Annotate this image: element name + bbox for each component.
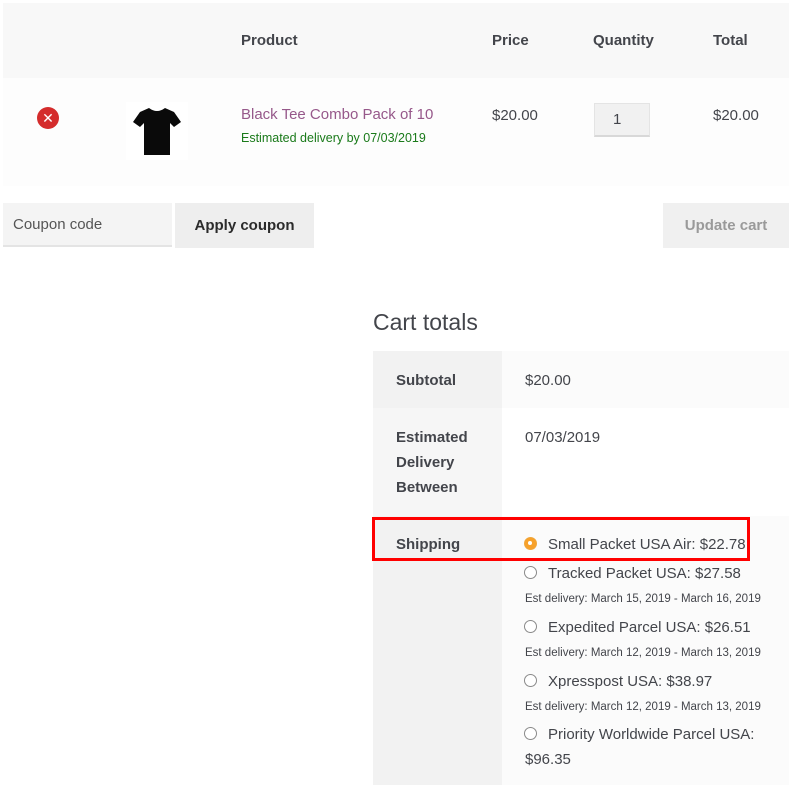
estimated-delivery-note: Estimated delivery by 07/03/2019 (241, 131, 426, 145)
header-total: Total (713, 32, 748, 49)
estimated-delivery-label: Estimated Delivery Between (396, 429, 468, 496)
shipping-est-delivery: Est delivery: March 12, 2019 - March 13,… (525, 701, 761, 713)
subtotal-label: Subtotal (396, 372, 456, 389)
quantity-value: 1 (613, 111, 622, 128)
highlight-annotation-box (372, 517, 750, 561)
apply-coupon-button[interactable]: Apply coupon (175, 203, 314, 248)
coupon-placeholder: Coupon code (13, 215, 103, 233)
header-product: Product (241, 32, 298, 49)
shipping-option-priority-price: $96.35 (525, 751, 571, 768)
tshirt-icon (133, 108, 181, 155)
radio-unselected-icon[interactable] (524, 674, 537, 687)
product-thumbnail[interactable] (126, 102, 188, 160)
shipping-option-xpresspost[interactable]: Xpresspost USA: $38.97 (524, 669, 712, 694)
close-x-icon: ✕ (42, 109, 54, 126)
header-quantity: Quantity (593, 32, 654, 49)
cart-item-row: ✕ Black Tee Combo Pack of 10 Estimated d… (3, 78, 789, 186)
cart-totals-table: Subtotal $20.00 Estimated Delivery Betwe… (373, 351, 789, 785)
radio-unselected-icon[interactable] (524, 620, 537, 633)
remove-item-button[interactable]: ✕ (37, 107, 59, 129)
shipping-option-priority-worldwide[interactable]: Priority Worldwide Parcel USA: (524, 722, 754, 747)
cart-table-header: Product Price Quantity Total (3, 3, 789, 78)
coupon-code-input[interactable]: Coupon code (3, 203, 172, 247)
quantity-input[interactable]: 1 (594, 103, 650, 137)
item-total: $20.00 (713, 107, 759, 124)
radio-unselected-icon[interactable] (524, 727, 537, 740)
shipping-est-delivery: Est delivery: March 15, 2019 - March 16,… (525, 593, 761, 605)
product-name-link[interactable]: Black Tee Combo Pack of 10 (241, 106, 433, 123)
subtotal-value: $20.00 (525, 372, 571, 389)
update-cart-button[interactable]: Update cart (663, 203, 789, 248)
estimated-delivery-value: 07/03/2019 (525, 429, 601, 446)
shipping-option-expedited-parcel[interactable]: Expedited Parcel USA: $26.51 (524, 615, 751, 640)
shipping-est-delivery: Est delivery: March 12, 2019 - March 13,… (525, 647, 761, 659)
header-price: Price (492, 32, 529, 49)
item-price: $20.00 (492, 107, 538, 124)
radio-unselected-icon[interactable] (524, 566, 537, 579)
shipping-option-tracked-packet[interactable]: Tracked Packet USA: $27.58 (524, 561, 741, 586)
cart-totals-title: Cart totals (373, 309, 478, 335)
